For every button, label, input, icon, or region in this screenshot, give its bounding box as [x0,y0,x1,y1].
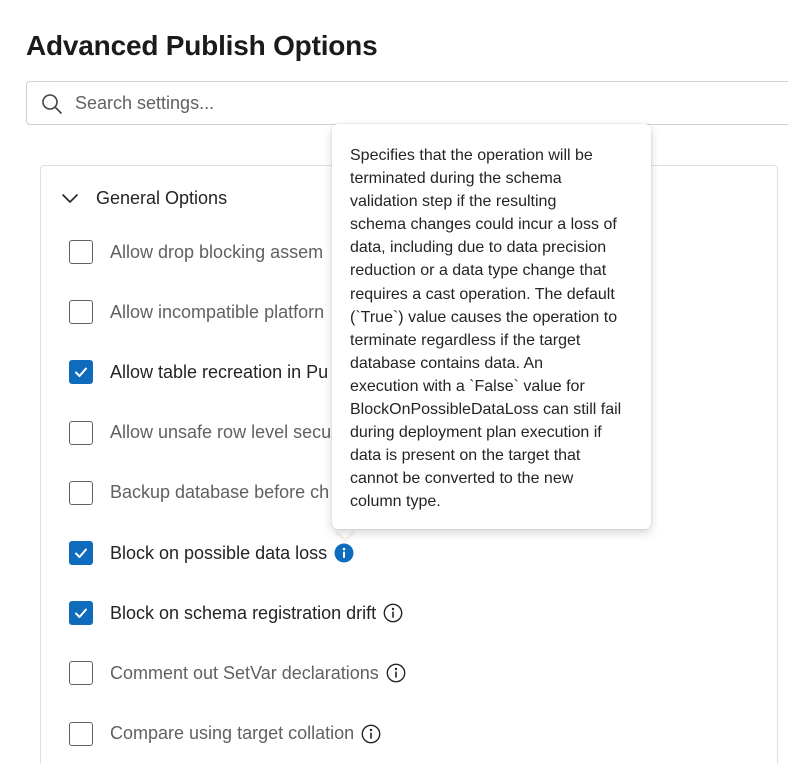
tooltip-line: BlockOnPossibleDataLoss can still fail [350,401,622,419]
option-label: Block on possible data loss [110,542,328,563]
tooltip-line: column type. [350,493,441,511]
section-header-general-options[interactable]: General Options [60,183,227,213]
tooltip-text: Specifies that the operation will be term… [350,144,637,514]
tooltip-line: reduction or a data type change that [350,262,607,280]
search-icon [42,94,62,114]
info-icon[interactable] [386,663,406,683]
checkbox-unchecked[interactable] [69,240,93,264]
tooltip-line: Specifies that the operation will be [350,147,593,164]
tooltip-line: validation step if the resulting [350,193,557,211]
option-label: Allow drop blocking assem [110,241,324,262]
checkbox-checked[interactable] [69,360,93,385]
tooltip-line: (`True`) value causes the operation to [350,308,618,326]
advanced-publish-options-page: Advanced Publish Options General Options… [0,0,788,764]
tooltip-line: data is present on the target that [350,447,581,465]
option-row[interactable]: Allow unsafe row level secu [69,420,331,446]
tooltip-line: cannot be converted to the new [350,470,574,488]
option-row[interactable]: Allow incompatible platforn [69,299,324,325]
info-icon[interactable] [383,603,403,623]
option-row[interactable]: Allow table recreation in Pu [69,359,328,385]
option-row[interactable]: Backup database before ch [69,480,329,506]
checkbox-unchecked[interactable] [69,300,93,325]
option-label: Allow incompatible platforn [110,301,325,322]
option-label: Compare using target collation [110,723,355,744]
info-tooltip: Specifies that the operation will be term… [332,124,651,529]
tooltip-line: execution with a `False` value for [350,377,585,395]
info-icon[interactable] [361,724,381,744]
option-row[interactable]: Block on schema registration drift [69,600,403,626]
option-row[interactable]: Allow drop blocking assem [69,239,323,265]
option-label: Block on schema registration drift [110,602,377,623]
checkbox-unchecked[interactable] [69,661,93,686]
option-row[interactable]: Compare using target collation [69,721,381,747]
option-label: Allow table recreation in Pu [110,361,329,382]
checkmark-icon [75,608,87,619]
option-row[interactable]: Block on possible data loss [69,540,354,566]
tooltip-line: database contains data. An [350,354,544,372]
search-input[interactable] [75,82,775,124]
info-icon[interactable] [334,543,354,563]
checkbox-unchecked[interactable] [69,420,93,445]
tooltip-line: terminate regardless if the target [350,331,581,349]
checkbox-unchecked[interactable] [69,721,93,746]
tooltip-line: data, including due to data precision [350,239,607,257]
tooltip-line: during deployment plan execution if [350,424,602,442]
option-row[interactable]: Comment out SetVar declarations [69,660,406,686]
option-label: Backup database before ch [110,482,330,503]
checkmark-icon [75,548,87,558]
tooltip-line: requires a cast operation. The default [350,285,615,303]
option-label: Allow unsafe row level secu [110,422,332,443]
checkmark-icon [75,367,87,378]
search-box[interactable] [26,81,788,125]
checkbox-checked[interactable] [69,601,93,626]
checkbox-checked[interactable] [69,541,93,565]
section-title: General Options [96,187,228,208]
tooltip-line: schema changes could incur a loss of [350,216,617,234]
chevron-down-icon[interactable] [60,188,80,208]
page-title: Advanced Publish Options [26,30,378,61]
option-label: Comment out SetVar declarations [110,662,379,683]
tooltip-line: terminated during the schema [350,170,562,188]
checkbox-unchecked[interactable] [69,480,93,505]
